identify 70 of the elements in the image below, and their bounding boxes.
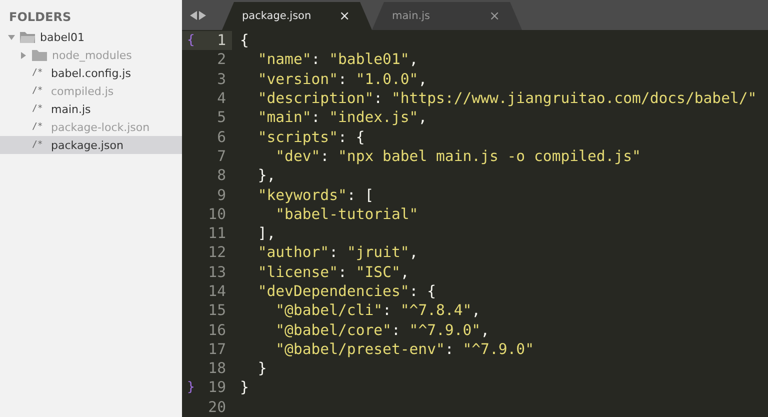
item-label: package.json (51, 138, 124, 152)
line-number: 13 (207, 264, 227, 281)
code-line: "version": "1.0.0", (256, 70, 428, 88)
line-number: 3 (216, 70, 227, 88)
code-line: { (239, 32, 249, 50)
line-number: 16 (207, 322, 227, 339)
line-number: 20 (207, 398, 227, 416)
editor-tab[interactable]: package.json × (222, 2, 372, 30)
file-glyph: /* (32, 86, 44, 96)
code-line: "main": "index.js", (256, 109, 428, 126)
file-glyph: /* (32, 68, 44, 78)
line-number: 18 (207, 360, 227, 378)
file-item[interactable]: /* main.js (0, 100, 182, 118)
code-line: "description": "https://www.jiangruitao.com/docs/babel/" (256, 90, 757, 108)
code-line: } (239, 379, 249, 396)
line-number: 4 (216, 90, 227, 108)
sidebar-header: FOLDERS (8, 9, 72, 26)
code-line: "@babel/core": "^7.9.0", (274, 322, 490, 339)
file-item[interactable]: /* babel.config.js (0, 64, 182, 82)
code-line: "scripts": { (256, 128, 365, 146)
file-item[interactable]: /* package.json (0, 136, 182, 154)
item-label: node_modules (52, 48, 132, 62)
line-number: 7 (216, 148, 227, 165)
item-label: compiled.js (51, 84, 114, 98)
editor-tab[interactable]: main.js × (372, 2, 522, 30)
code-line: "keywords": [ (256, 186, 374, 204)
file-item[interactable]: /* compiled.js (0, 82, 182, 100)
code-line: "author": "jruit", (256, 244, 418, 262)
folder-item[interactable]: babel01 (0, 28, 182, 46)
close-icon[interactable]: × (339, 8, 350, 24)
line-number: 19 (207, 379, 227, 396)
line-number: 15 (207, 302, 227, 320)
line-number: 8 (216, 167, 227, 184)
file-glyph: /* (32, 140, 44, 150)
line-number: 9 (216, 186, 227, 204)
fold-marker: } (186, 380, 196, 396)
code-line: "babel-tutorial" (274, 206, 418, 223)
line-number: 17 (207, 340, 227, 358)
caret-right-icon[interactable] (20, 52, 27, 58)
line-number: 10 (207, 206, 227, 223)
item-label: babel.config.js (51, 66, 131, 80)
code-line: "name": "bable01", (256, 51, 418, 68)
left-arrow-icon[interactable] (190, 10, 197, 20)
line-number: 5 (216, 109, 227, 126)
folder-icon (20, 31, 35, 43)
file-glyph: /* (32, 122, 44, 132)
code-line: "@babel/cli": "^7.8.4", (274, 302, 481, 320)
fold-marker: { (186, 33, 196, 48)
line-number: 2 (216, 51, 227, 68)
caret-down-icon[interactable] (8, 34, 15, 40)
folder-icon (32, 49, 47, 61)
line-number: 1 (216, 32, 227, 50)
line-number: 14 (207, 283, 227, 300)
code-line: }, (256, 167, 276, 184)
code-line: "dev": "npx babel main.js -o compiled.js" (274, 148, 641, 165)
code-line: "@babel/preset-env": "^7.9.0" (274, 340, 534, 358)
right-arrow-icon[interactable] (199, 10, 206, 20)
code-line: ], (256, 225, 276, 242)
file-glyph: /* (32, 104, 44, 114)
code-line: "license": "ISC", (256, 264, 410, 281)
code-line: "devDependencies": { (256, 283, 436, 300)
item-label: main.js (51, 102, 91, 116)
line-number: 11 (207, 225, 227, 242)
file-item[interactable]: /* package-lock.json (0, 118, 182, 136)
close-icon[interactable]: × (489, 8, 500, 24)
code-line: } (256, 360, 267, 378)
line-number: 12 (207, 244, 227, 262)
line-number: 6 (216, 128, 227, 146)
item-label: package-lock.json (51, 120, 150, 134)
item-label: babel01 (40, 30, 85, 44)
